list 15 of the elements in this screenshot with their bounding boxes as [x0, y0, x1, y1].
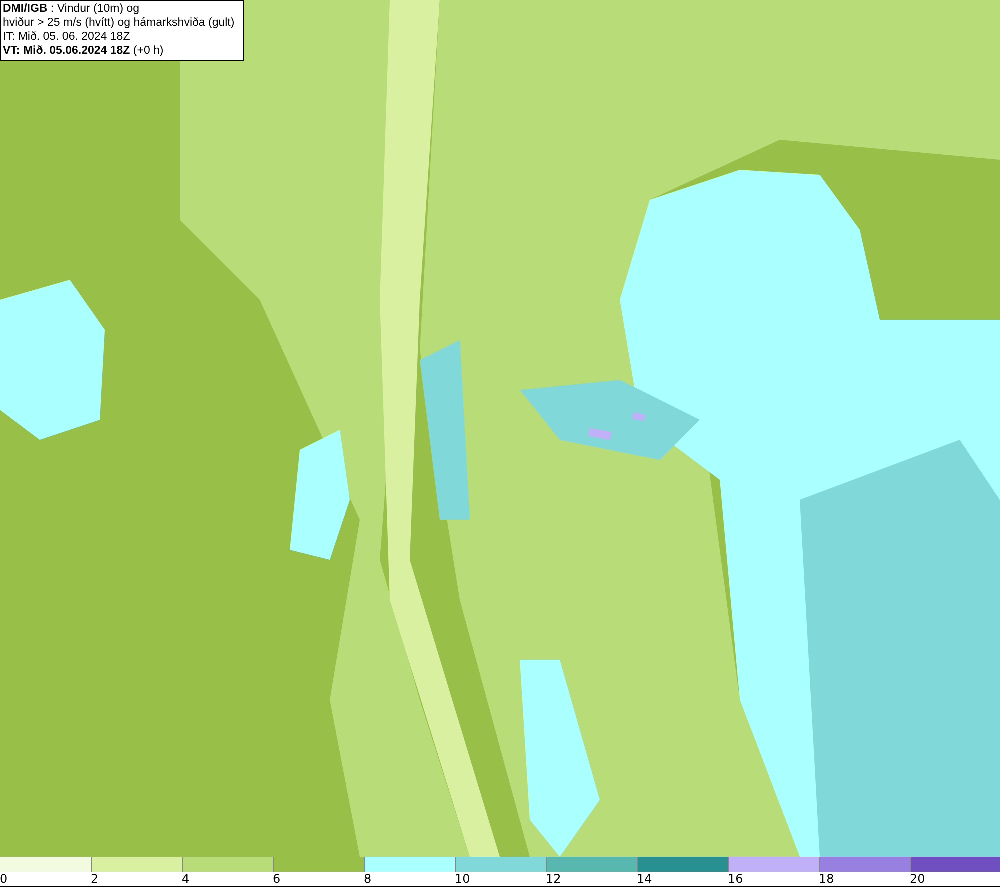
scale-label: 8 — [364, 872, 372, 886]
scale-label: 0 — [0, 872, 8, 886]
scale-label: 16 — [728, 872, 744, 886]
scale-label: 2 — [91, 872, 99, 886]
map-caption: VT: Mið. 05.06.2024 18Z (+0 h) — [3, 44, 164, 58]
scale-label: 20 — [910, 872, 926, 886]
scale-label: 6 — [273, 872, 281, 886]
scale-label: 18 — [819, 872, 834, 886]
scale-label: 12 — [546, 872, 562, 886]
scale-label: 10 — [455, 872, 470, 886]
scale-label: 14 — [637, 872, 652, 886]
map-caption: hviður > 25 m/s (hvítt) og hámarkshviða (gult) — [3, 16, 235, 30]
map-title: DMI/IGB : Vindur (10m) og — [3, 2, 140, 16]
scale-label: 4 — [182, 872, 190, 886]
map-caption: IT: Mið. 05. 06. 2024 18Z — [3, 30, 130, 44]
